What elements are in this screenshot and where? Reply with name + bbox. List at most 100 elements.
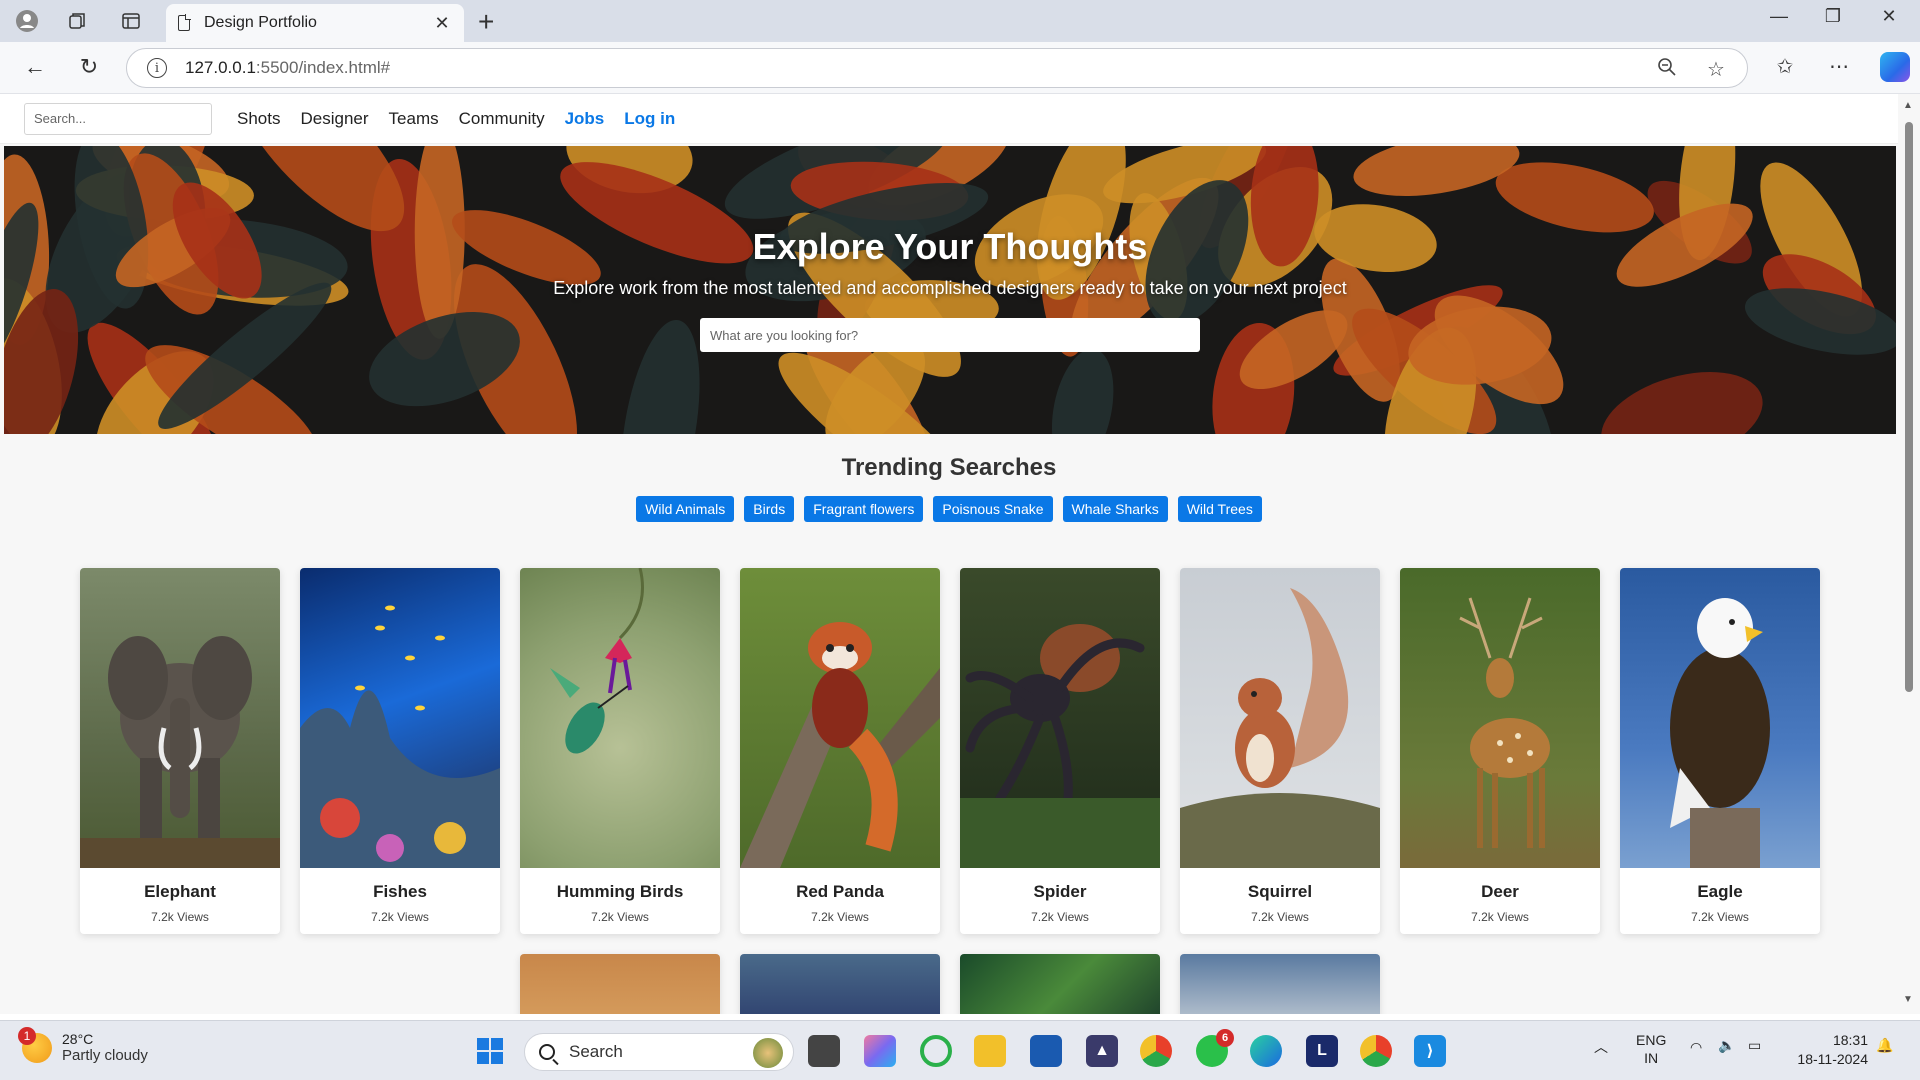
browser-tab-bar: Design Portfolio ✕ + — ❐ ✕ xyxy=(0,0,1920,42)
nav-link-designer[interactable]: Designer xyxy=(300,109,368,129)
card-elephant[interactable]: Elephant 7.2k Views xyxy=(80,568,280,934)
card-red-panda[interactable]: Red Panda 7.2k Views xyxy=(740,568,940,934)
card-partial-3[interactable] xyxy=(960,954,1160,1014)
card-title: Red Panda xyxy=(796,882,884,901)
arc-app-icon[interactable]: ▲ xyxy=(1086,1035,1118,1067)
weather-temp: 28°C xyxy=(62,1031,94,1047)
document-icon xyxy=(178,14,191,31)
card-eagle[interactable]: Eagle 7.2k Views xyxy=(1620,568,1820,934)
hero-subtitle: Explore work from the most talented and … xyxy=(553,278,1347,298)
card-humming-birds[interactable]: Humming Birds 7.2k Views xyxy=(520,568,720,934)
tag-wild-animals[interactable]: Wild Animals xyxy=(636,496,735,522)
tab-actions-icon[interactable] xyxy=(118,8,144,34)
scrollbar-thumb[interactable] xyxy=(1905,122,1913,692)
tag-wild-trees[interactable]: Wild Trees xyxy=(1177,496,1262,522)
weather-badge: 1 xyxy=(18,1026,36,1045)
nav-link-teams[interactable]: Teams xyxy=(389,109,439,129)
minimize-icon[interactable]: — xyxy=(1756,6,1802,27)
whatsapp-icon[interactable]: 6 xyxy=(1196,1029,1234,1067)
browser-tab[interactable]: Design Portfolio ✕ xyxy=(166,4,464,42)
new-tab-icon[interactable]: + xyxy=(478,6,494,38)
copilot-icon[interactable] xyxy=(1880,52,1910,82)
system-clock[interactable]: 18:31 18-11-2024 xyxy=(1782,1031,1868,1069)
weather-widget[interactable]: 1 28°C Partly cloudy xyxy=(18,1026,148,1064)
browser-toolbar: ← ↻ i 127.0.0.1:5500/index.html# ☆ ✩ ⋯ xyxy=(0,42,1920,94)
close-tab-icon[interactable]: ✕ xyxy=(432,13,452,34)
card-views: 7.2k Views xyxy=(1251,910,1309,924)
card-partial-1[interactable] xyxy=(520,954,720,1014)
search-highlight-icon xyxy=(753,1038,783,1068)
card-squirrel[interactable]: Squirrel 7.2k Views xyxy=(1180,568,1380,934)
l-app-icon[interactable]: L xyxy=(1306,1035,1338,1067)
site-info-icon[interactable]: i xyxy=(147,58,167,78)
card-partial-4[interactable] xyxy=(1180,954,1380,1014)
humming-bird-image xyxy=(520,568,720,868)
nav-link-community[interactable]: Community xyxy=(459,109,545,129)
reload-icon[interactable]: ↻ xyxy=(74,54,104,80)
card-fishes[interactable]: Fishes 7.2k Views xyxy=(300,568,500,934)
task-view-icon[interactable] xyxy=(808,1035,840,1067)
card-spider[interactable]: Spider 7.2k Views xyxy=(960,568,1160,934)
window-close-icon[interactable]: ✕ xyxy=(1866,6,1912,27)
taskbar-search[interactable]: Search xyxy=(524,1033,794,1071)
tag-fragrant-flowers[interactable]: Fragrant flowers xyxy=(804,496,924,522)
tag-poisonous-snake[interactable]: Poisnous Snake xyxy=(933,496,1053,522)
battery-icon[interactable]: ▭ xyxy=(1748,1037,1761,1054)
partial-image xyxy=(960,954,1160,1014)
favorite-star-icon[interactable]: ☆ xyxy=(1707,57,1725,82)
edge-icon[interactable] xyxy=(1250,1035,1282,1067)
tag-birds[interactable]: Birds xyxy=(744,496,795,522)
scroll-up-icon[interactable]: ▲ xyxy=(1903,100,1913,111)
url-host: 127.0.0.1 xyxy=(185,58,256,77)
language-indicator[interactable]: ENG IN xyxy=(1636,1031,1666,1067)
address-bar[interactable]: i 127.0.0.1:5500/index.html# ☆ xyxy=(126,48,1748,88)
card-views: 7.2k Views xyxy=(1031,910,1089,924)
search-icon xyxy=(539,1044,555,1060)
back-arrow-icon[interactable]: ← xyxy=(20,54,50,80)
partial-image xyxy=(740,954,940,1014)
trending-tags: Wild Animals Birds Fragrant flowers Pois… xyxy=(0,496,1898,522)
nav-link-login[interactable]: Log in xyxy=(624,109,675,129)
card-partial-2[interactable] xyxy=(740,954,940,1014)
volume-icon[interactable]: 🔈 xyxy=(1718,1037,1735,1054)
more-menu-icon[interactable]: ⋯ xyxy=(1824,54,1854,79)
card-deer[interactable]: Deer 7.2k Views xyxy=(1400,568,1600,934)
restore-icon[interactable]: ❐ xyxy=(1810,6,1856,27)
tag-whale-sharks[interactable]: Whale Sharks xyxy=(1062,496,1168,522)
card-views: 7.2k Views xyxy=(151,910,209,924)
favorites-icon[interactable]: ✩ xyxy=(1770,54,1800,79)
profile-icon[interactable] xyxy=(14,8,40,34)
weather-icon: 1 xyxy=(18,1026,52,1063)
microsoft-store-icon[interactable] xyxy=(1030,1035,1062,1067)
card-views: 7.2k Views xyxy=(1691,910,1749,924)
tray-chevron-icon[interactable]: ︿ xyxy=(1594,1037,1608,1057)
refresh-app-icon[interactable] xyxy=(920,1035,952,1067)
hero-search-input[interactable] xyxy=(700,318,1200,352)
card-title: Fishes xyxy=(373,882,427,901)
trending-heading: Trending Searches xyxy=(841,454,1057,481)
scroll-down-icon[interactable]: ▼ xyxy=(1903,994,1913,1005)
url-path: :5500/index.html# xyxy=(255,58,391,77)
wifi-icon[interactable]: ◠ xyxy=(1690,1039,1702,1056)
vscode-icon[interactable]: ⟩ xyxy=(1414,1035,1446,1067)
fishes-image xyxy=(300,568,500,868)
chrome-profile-icon[interactable] xyxy=(1360,1035,1392,1067)
page-scrollbar[interactable]: ▲ ▼ xyxy=(1898,94,1920,1014)
whatsapp-badge: 6 xyxy=(1216,1029,1234,1047)
notification-bell-icon[interactable]: 🔔 xyxy=(1876,1037,1893,1054)
file-explorer-icon[interactable] xyxy=(974,1035,1006,1067)
nav-search-input[interactable] xyxy=(24,102,212,135)
zoom-icon[interactable] xyxy=(1657,57,1677,83)
windows-start-icon[interactable] xyxy=(474,1035,506,1067)
partial-image xyxy=(520,954,720,1014)
card-title: Deer xyxy=(1481,882,1519,901)
eagle-image xyxy=(1620,568,1820,868)
workspaces-icon[interactable] xyxy=(64,8,90,34)
nav-link-jobs[interactable]: Jobs xyxy=(565,109,605,129)
nav-link-shots[interactable]: Shots xyxy=(237,109,280,129)
taskbar-search-label: Search xyxy=(569,1042,623,1061)
hero-title: Explore Your Thoughts xyxy=(752,226,1148,267)
elephant-image xyxy=(80,568,280,868)
chrome-icon[interactable] xyxy=(1140,1035,1172,1067)
copilot-app-icon[interactable] xyxy=(864,1035,896,1067)
